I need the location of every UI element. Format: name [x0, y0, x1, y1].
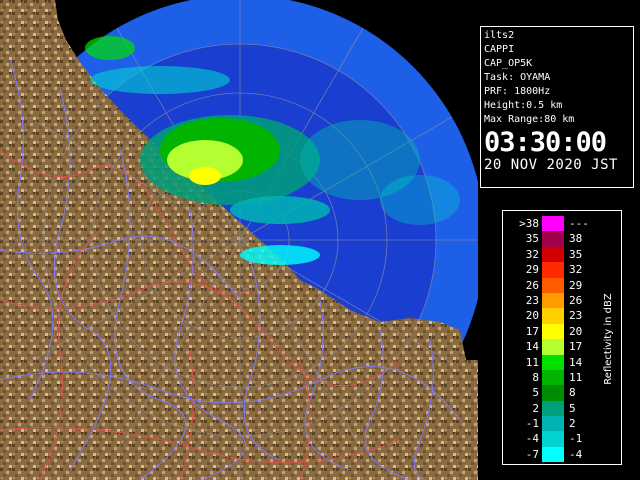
legend-min-value: 32: [525, 247, 539, 261]
legend-min-value: 11: [525, 355, 539, 369]
legend-min-value: 35: [525, 232, 539, 246]
legend-max-value: 11: [569, 370, 583, 384]
legend-min-value: 29: [525, 263, 539, 277]
legend-max-value: -1: [569, 432, 583, 446]
legend-max-value: 14: [569, 355, 583, 369]
legend-color-swatch: [542, 216, 564, 232]
legend-min-value: -1: [525, 417, 539, 431]
reflectivity-legend: >38 --- 35 38 32 35 29 32 26 29 23 26 20 23 17 20 14 17 11…: [502, 210, 622, 465]
legend-color-swatch: [542, 323, 564, 340]
legend-axis-text: Reflectivity in dBZ: [603, 293, 614, 385]
legend-row: -1 2: [509, 416, 599, 432]
task-label: Task: OYAMA: [484, 72, 551, 83]
legend-row: 58: [509, 385, 599, 401]
legend-color-swatch: [542, 416, 564, 432]
legend-row: 26 29: [509, 277, 599, 293]
legend-color-swatch: [542, 385, 564, 401]
legend-row: -7 -4: [509, 446, 599, 463]
legend-max-value: 20: [569, 324, 583, 338]
legend-color-swatch: [542, 431, 564, 447]
legend-color-swatch: [542, 262, 564, 278]
time-display: 03:30:00: [484, 127, 607, 158]
radar-map[interactable]: [0, 0, 478, 480]
legend-color-swatch: [542, 246, 564, 263]
legend-max-value: 32: [569, 263, 583, 277]
product-name: CAP_OP5K: [484, 58, 533, 69]
legend-max-value: -4: [569, 447, 583, 461]
legend-color-swatch: [542, 354, 564, 370]
radar-viewer: ilts2 CAPPI CAP_OP5K Task: OYAMA PRF: 18…: [0, 0, 640, 480]
legend-row: 17 20: [509, 323, 599, 340]
date-display: 20 NOV 2020 JST: [484, 157, 618, 173]
legend-min-value: 23: [525, 293, 539, 307]
product-id: ilts2: [484, 30, 515, 41]
legend-row: 11 14: [509, 354, 599, 370]
legend-max-value: 29: [569, 278, 583, 292]
legend-max-value: 23: [569, 309, 583, 323]
legend-min-value: -4: [525, 432, 539, 446]
legend-row: 32 35: [509, 246, 599, 263]
legend-min-value: 2: [532, 401, 539, 415]
legend-color-swatch: [542, 339, 564, 355]
legend-rows: >38 --- 35 38 32 35 29 32 26 29 23 26 20 23 17 20 14 17 11…: [509, 216, 599, 463]
legend-color-swatch: [542, 308, 564, 324]
legend-row: 20 23: [509, 308, 599, 324]
legend-max-value: 35: [569, 247, 583, 261]
height-label: Height:0.5 km: [484, 100, 563, 111]
legend-max-value: ---: [569, 217, 589, 230]
legend-max-value: 5: [569, 401, 576, 415]
product-type: CAPPI: [484, 44, 515, 55]
legend-max-value: 2: [569, 417, 576, 431]
legend-row: 35 38: [509, 231, 599, 247]
prf-label: PRF: 1800Hz: [484, 86, 551, 97]
legend-min-value: 20: [525, 309, 539, 323]
legend-max-value: 38: [569, 232, 583, 246]
legend-min-value: -7: [525, 447, 539, 461]
legend-color-swatch: [542, 292, 564, 309]
legend-min-value: 5: [532, 386, 539, 400]
legend-color-swatch: [542, 277, 564, 293]
legend-color-swatch: [542, 400, 564, 417]
legend-min-value: 17: [525, 324, 539, 338]
legend-color-swatch: [542, 231, 564, 247]
legend-min-value: 14: [525, 340, 539, 354]
legend-max-value: 26: [569, 293, 583, 307]
legend-min-value: 26: [525, 278, 539, 292]
legend-row: >38 ---: [509, 216, 599, 232]
legend-row: 8 11: [509, 369, 599, 386]
legend-row: 23 26: [509, 292, 599, 309]
legend-min-value: 8: [532, 370, 539, 384]
legend-row: 29 32: [509, 262, 599, 278]
legend-max-value: 17: [569, 340, 583, 354]
legend-row: -4 -1: [509, 431, 599, 447]
legend-row: 25: [509, 400, 599, 417]
legend-min-value: >38: [519, 217, 539, 230]
legend-row: 14 17: [509, 339, 599, 355]
max-range-label: Max Range:80 km: [484, 114, 575, 125]
product-info-panel: ilts2 CAPPI CAP_OP5K Task: OYAMA PRF: 18…: [480, 26, 634, 188]
legend-color-swatch: [542, 446, 564, 463]
legend-max-value: 8: [569, 386, 576, 400]
legend-color-swatch: [542, 369, 564, 386]
